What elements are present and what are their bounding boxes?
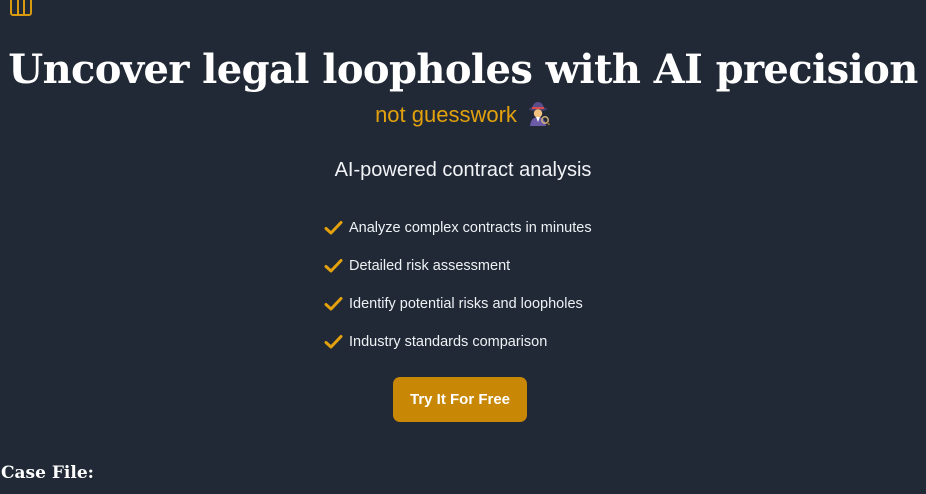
feature-item: Analyze complex contracts in minutes: [324, 209, 592, 247]
feature-label: Identify potential risks and loopholes: [349, 296, 583, 312]
check-icon: [324, 221, 343, 235]
subtitle-text: not guesswork: [375, 102, 517, 127]
check-icon: [324, 335, 343, 349]
feature-label: Detailed risk assessment: [349, 258, 511, 274]
feature-label: Analyze complex contracts in minutes: [349, 220, 592, 236]
hero-subtitle: not guesswork: [0, 100, 926, 130]
feature-item: Identify potential risks and loopholes: [324, 285, 592, 323]
check-icon: [324, 297, 343, 311]
columns-icon[interactable]: [9, 0, 33, 16]
check-icon: [324, 259, 343, 273]
feature-item: Detailed risk assessment: [324, 247, 592, 285]
case-file-heading: Case File:: [1, 463, 94, 483]
hero-tagline: AI-powered contract analysis: [334, 159, 592, 181]
hero-title: Uncover legal loopholes with AI precisio…: [8, 46, 918, 93]
feature-label: Industry standards comparison: [349, 334, 548, 350]
try-it-free-button[interactable]: Try It For Free: [393, 377, 527, 422]
feature-item: Industry standards comparison: [324, 323, 592, 361]
detective-emoji-icon: [525, 101, 551, 127]
feature-list: Analyze complex contracts in minutes Det…: [324, 209, 592, 361]
